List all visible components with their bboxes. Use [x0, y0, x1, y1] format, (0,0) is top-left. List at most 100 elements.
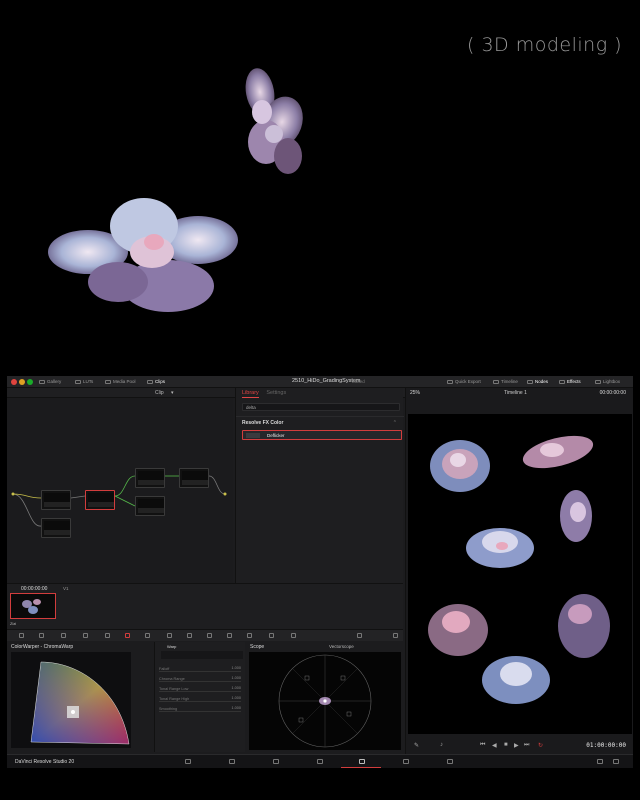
- node-02[interactable]: [41, 518, 71, 538]
- effect-label: Deflicker: [267, 433, 285, 438]
- playhead-timecode: 01:00:00:00: [586, 742, 626, 749]
- magic-mask-icon[interactable]: [207, 633, 212, 638]
- tab-effects[interactable]: Effects: [559, 379, 581, 384]
- volume-icon[interactable]: ♪: [440, 742, 443, 748]
- tab-gallery[interactable]: Gallery: [39, 379, 61, 384]
- play-icon[interactable]: ▶: [514, 742, 519, 749]
- stop-icon[interactable]: ■: [504, 742, 508, 748]
- window-icon[interactable]: [167, 633, 172, 638]
- 3d-icon[interactable]: [291, 633, 296, 638]
- step-back-icon[interactable]: ◀: [492, 742, 497, 749]
- tracker-icon[interactable]: [187, 633, 192, 638]
- tab-settings[interactable]: Settings: [266, 390, 286, 396]
- tab-nodes[interactable]: Nodes: [527, 379, 548, 384]
- clip-thumbnail[interactable]: [10, 593, 56, 619]
- deliver-page-icon[interactable]: [447, 759, 453, 764]
- settings-icon[interactable]: [357, 633, 362, 638]
- chevron-up-icon[interactable]: ⌃: [393, 420, 397, 426]
- flower-2: [522, 435, 594, 469]
- node-06[interactable]: [179, 468, 209, 488]
- tab-library[interactable]: Library: [242, 390, 259, 398]
- close-window-button[interactable]: [11, 379, 17, 385]
- transport-controls: ✎ ♪ ⏮ ◀ ■ ▶ ⏭ ↻ 01:00:00:00: [406, 736, 633, 754]
- skip-start-icon[interactable]: ⏮: [480, 742, 485, 749]
- project-title: 2510_HiDo_GradingSystem: [292, 378, 361, 384]
- skip-end-icon[interactable]: ⏭: [524, 742, 529, 749]
- color-page-icon[interactable]: [359, 759, 365, 764]
- section-title[interactable]: Resolve FX Color: [242, 420, 283, 426]
- zoom-window-button[interactable]: [27, 379, 33, 385]
- color-warper-icon[interactable]: [125, 633, 130, 638]
- clip-track-label: V1: [63, 586, 69, 591]
- color-warper-panel: ColorWarper - ChromaWarp: [7, 642, 155, 752]
- cut-page-icon[interactable]: [229, 759, 235, 764]
- luts-icon: [75, 379, 81, 384]
- node-graph[interactable]: [7, 398, 233, 583]
- viewer-panel: 25% Timeline 1 00:00:00:00 ✎ ♪ ⏮ ◀ ■ ▶ ⏭…: [405, 388, 633, 754]
- node-05[interactable]: [135, 496, 165, 516]
- fairlight-page-icon[interactable]: [403, 759, 409, 764]
- pen-icon[interactable]: ✎: [414, 742, 419, 749]
- chroma-warp-graph[interactable]: [11, 652, 131, 748]
- page-navigation: DaVinci Resolve Studio 20: [7, 754, 633, 768]
- effect-item-deflicker[interactable]: Deflicker: [242, 430, 402, 440]
- node-mode-dropdown[interactable]: Clip: [155, 390, 164, 396]
- hdr-icon[interactable]: [83, 633, 88, 638]
- warp-tab[interactable]: Warp: [167, 644, 176, 649]
- nodes-icon: [527, 379, 533, 384]
- tab-lightbox[interactable]: Lightbox: [595, 379, 620, 384]
- node-03-selected[interactable]: [85, 490, 115, 510]
- tab-timeline[interactable]: Timeline: [493, 379, 518, 384]
- timeline-name[interactable]: Timeline 1: [504, 390, 527, 396]
- camera-raw-icon[interactable]: [19, 633, 24, 638]
- gallery-icon: [39, 379, 45, 384]
- vectorscope-graph: [249, 652, 401, 750]
- color-match-icon[interactable]: [39, 633, 44, 638]
- curves-icon[interactable]: [105, 633, 110, 638]
- home-icon[interactable]: [597, 759, 603, 764]
- sizing-icon[interactable]: [269, 633, 274, 638]
- color-wheels-icon[interactable]: [61, 633, 66, 638]
- node-04[interactable]: [135, 468, 165, 488]
- node-01[interactable]: [41, 490, 71, 510]
- tab-quick-export[interactable]: Quick Export: [447, 379, 481, 384]
- blur-icon[interactable]: [227, 633, 232, 638]
- param-tonal-low[interactable]: Tonal Range Low 1.000: [159, 686, 241, 692]
- fusion-page-icon[interactable]: [317, 759, 323, 764]
- flower-6: [558, 594, 610, 658]
- media-pool-icon: [105, 379, 111, 384]
- clips-icon: [147, 379, 153, 384]
- param-falloff[interactable]: Falloff 1.000: [159, 666, 241, 672]
- media-page-icon[interactable]: [185, 759, 191, 764]
- floating-flower-top: [245, 68, 303, 174]
- tab-media-pool[interactable]: Media Pool: [105, 379, 136, 384]
- clip-strip: 00:00:00:00 V1 Zizi: [7, 583, 403, 629]
- param-smoothing[interactable]: Smoothing 1.000: [159, 706, 241, 712]
- effects-search-input[interactable]: delta: [242, 403, 400, 411]
- key-icon[interactable]: [247, 633, 252, 638]
- floating-flower-bottom: [48, 198, 238, 312]
- viewer-canvas[interactable]: [408, 414, 632, 734]
- zoom-dropdown[interactable]: 25%: [410, 390, 420, 396]
- tab-clips[interactable]: Clips: [147, 379, 165, 384]
- clip-timecode: 00:00:00:00: [21, 586, 48, 592]
- settings-gear-icon[interactable]: [613, 759, 619, 764]
- clip-name: Zizi: [10, 621, 17, 626]
- resolve-window: Gallery LUTs Media Pool Clips 2510_HiDo_…: [7, 376, 633, 768]
- qualifier-icon[interactable]: [145, 633, 150, 638]
- section-caption: ( 3D modeling ): [467, 34, 623, 56]
- warp-parameters-panel: Warp Falloff 1.000 Chroma Range 1.000 Tona…: [155, 642, 245, 752]
- effect-thumbnail: [246, 433, 260, 438]
- chevron-down-icon[interactable]: ▾: [171, 390, 174, 396]
- param-chroma-range[interactable]: Chroma Range 1.000: [159, 676, 241, 682]
- loop-icon[interactable]: ↻: [538, 742, 543, 749]
- lightbox-icon: [595, 379, 601, 384]
- scope-panel: Scope Vectorscope: [247, 642, 403, 752]
- tab-luts[interactable]: LUTs: [75, 379, 93, 384]
- scope-mode-dropdown[interactable]: Vectorscope: [329, 644, 354, 649]
- edit-page-icon[interactable]: [273, 759, 279, 764]
- project-status: Edited: [352, 379, 365, 384]
- minimize-window-button[interactable]: [19, 379, 25, 385]
- param-tonal-high[interactable]: Tonal Range High 1.000: [159, 696, 241, 702]
- info-icon[interactable]: [393, 633, 398, 638]
